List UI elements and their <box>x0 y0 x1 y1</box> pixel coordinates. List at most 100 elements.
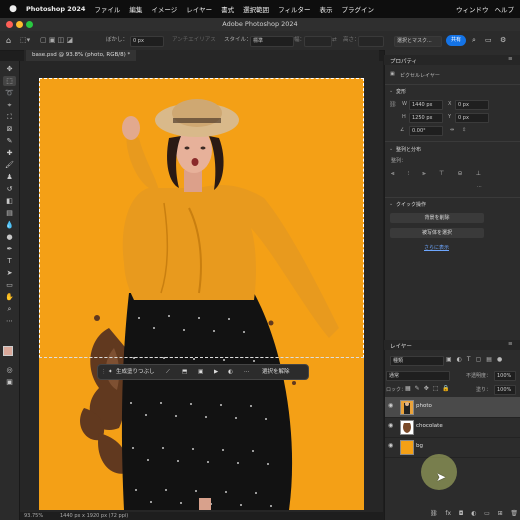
healing-brush-tool-icon[interactable]: ✚ <box>3 148 16 158</box>
move-tool-icon[interactable]: ✥ <box>3 64 16 74</box>
pen-tool-icon[interactable]: ✒ <box>3 244 16 254</box>
menu-image[interactable]: イメージ <box>151 4 177 14</box>
menu-filter[interactable]: フィルター <box>278 4 310 14</box>
modify-selection-icon[interactable]: ⟋ <box>166 367 170 377</box>
show-more-link[interactable]: さらに表示 <box>424 244 449 251</box>
menu-plugins[interactable]: プラグイン <box>341 4 374 14</box>
link-icon[interactable]: ⛓ <box>389 101 397 108</box>
layer-row-chocolate[interactable]: ◉ chocolate <box>385 417 520 438</box>
w-input[interactable]: 1440 px <box>409 100 443 110</box>
y-input[interactable]: 0 px <box>455 113 489 123</box>
fill-selection-icon[interactable]: ▶ <box>214 367 218 377</box>
adjustment-icon[interactable]: ◐ <box>228 367 233 377</box>
lock-paint-icon[interactable]: ✎ <box>415 385 420 392</box>
deselect-button[interactable]: 選択を解除 <box>262 367 290 377</box>
align-left-icon[interactable]: ⫷ <box>391 170 394 179</box>
menu-app[interactable]: Photoshop 2024 <box>26 5 85 13</box>
more-options-icon[interactable]: ⋯ <box>477 184 482 190</box>
chevron-down-icon[interactable]: ⌄ <box>389 88 393 94</box>
menu-layer[interactable]: レイヤー <box>186 4 212 14</box>
home-icon[interactable]: ⌂ <box>6 35 11 46</box>
remove-background-button[interactable]: 背景を削除 <box>390 213 484 223</box>
filter-shape-icon[interactable]: ▢ <box>476 356 482 363</box>
search-icon[interactable]: ⌕ <box>472 35 476 46</box>
document-canvas[interactable] <box>39 78 364 510</box>
apple-icon[interactable]: ● <box>6 4 20 14</box>
menu-view[interactable]: 表示 <box>319 4 332 14</box>
type-tool-icon[interactable]: T <box>3 256 16 266</box>
layer-row-photo[interactable]: ◉ photo <box>385 397 520 418</box>
crop-tool-icon[interactable]: ⛶ <box>3 112 16 122</box>
x-input[interactable]: 0 px <box>455 100 489 110</box>
select-subject-button[interactable]: 被写体を選択 <box>390 228 484 238</box>
share-button[interactable]: 共有 <box>446 35 466 46</box>
foreground-color-swatch[interactable] <box>3 346 13 356</box>
settings-icon[interactable]: ⚙ <box>500 35 506 46</box>
zoom-level[interactable]: 93.75% <box>24 512 43 520</box>
blend-mode-select[interactable]: 通常 <box>386 371 450 381</box>
filter-toggle-icon[interactable]: ● <box>497 356 502 363</box>
lock-position-icon[interactable]: ✥ <box>424 385 429 392</box>
shape-tool-icon[interactable]: ▭ <box>3 280 16 290</box>
fx-icon[interactable]: fx <box>445 510 451 517</box>
properties-tab[interactable]: プロパティ <box>390 57 417 65</box>
flip-horizontal-icon[interactable]: ⇹ <box>450 127 454 133</box>
generative-fill-button[interactable]: 生成塗りつぶし <box>116 367 155 377</box>
link-layers-icon[interactable]: ⛓ <box>430 510 438 517</box>
invert-selection-icon[interactable]: ⬒ <box>182 367 187 377</box>
rect-marquee-tool-icon[interactable]: ⬚ <box>3 76 16 86</box>
eyedropper-tool-icon[interactable]: ✎ <box>3 136 16 146</box>
feather-input[interactable]: 0 px <box>130 36 164 47</box>
lasso-tool-icon[interactable]: ➰ <box>3 88 16 98</box>
chevron-down-icon[interactable]: ⌄ <box>389 201 393 207</box>
opacity-input[interactable]: 100% <box>494 371 516 381</box>
filter-adjustment-icon[interactable]: ◐ <box>457 356 462 363</box>
mask-icon[interactable]: ▣ <box>198 367 203 377</box>
marquee-tool-icon[interactable]: ⬚▾ <box>20 35 30 46</box>
align-vcenter-icon[interactable]: ⊝ <box>457 170 462 179</box>
menu-file[interactable]: ファイル <box>94 4 120 14</box>
close-window-icon[interactable] <box>6 21 13 28</box>
height-input[interactable] <box>358 36 384 47</box>
zoom-window-icon[interactable] <box>26 21 33 28</box>
panel-menu-icon[interactable]: ≡ <box>508 56 513 62</box>
document-tab[interactable]: base.psd @ 93.8% (photo, RGB/8) * <box>26 50 137 61</box>
screen-mode-icon[interactable]: ▣ <box>3 377 16 387</box>
antialias-checkbox[interactable]: アンチエイリアス <box>172 35 216 46</box>
quick-mask-icon[interactable]: ◎ <box>3 365 16 375</box>
minimize-window-icon[interactable] <box>16 21 23 28</box>
align-bottom-icon[interactable]: ⊥ <box>476 170 481 179</box>
flip-vertical-icon[interactable]: ⇳ <box>462 127 466 133</box>
menu-help[interactable]: ヘルプ <box>495 4 515 14</box>
layer-row-bg[interactable]: ◉ bg <box>385 437 520 458</box>
lock-all-icon[interactable]: 🔒 <box>442 385 449 392</box>
drag-handle-icon[interactable]: ⋮ <box>101 367 107 377</box>
generative-fill-icon[interactable]: ✦ <box>108 367 113 377</box>
visibility-eye-icon[interactable]: ◉ <box>388 402 393 409</box>
clone-stamp-tool-icon[interactable]: ♟ <box>3 172 16 182</box>
hand-tool-icon[interactable]: ✋ <box>3 292 16 302</box>
path-select-tool-icon[interactable]: ➤ <box>3 268 16 278</box>
trash-icon[interactable]: 🗑 <box>510 510 518 517</box>
lock-pixels-icon[interactable]: ▦ <box>405 385 411 392</box>
frame-tool-icon[interactable]: ⊠ <box>3 124 16 134</box>
selection-mode-icons[interactable]: ▢ ▣ ◫ ◪ <box>40 35 73 46</box>
more-options-icon[interactable]: ⋯ <box>244 367 250 377</box>
lock-artboard-icon[interactable]: ⬚ <box>433 385 439 392</box>
select-mask-button[interactable]: 選択とマスク... <box>394 36 442 47</box>
more-tools-icon[interactable]: ⋯ <box>3 316 16 326</box>
group-icon[interactable]: ▭ <box>484 510 490 517</box>
workspace-icon[interactable]: ▭ <box>485 35 492 46</box>
brush-tool-icon[interactable]: 🖌 <box>3 160 16 170</box>
blur-tool-icon[interactable]: 💧 <box>3 220 16 230</box>
layer-filter-select[interactable]: 種類 <box>390 356 444 366</box>
history-brush-tool-icon[interactable]: ↺ <box>3 184 16 194</box>
object-select-tool-icon[interactable]: ⌖ <box>3 100 16 110</box>
style-select[interactable]: 標準 <box>250 36 294 47</box>
zoom-tool-icon[interactable]: ⌕ <box>3 304 16 314</box>
menu-select[interactable]: 選択範囲 <box>243 4 269 14</box>
chevron-down-icon[interactable]: ⌄ <box>389 146 393 152</box>
align-right-icon[interactable]: ⫸ <box>422 170 425 179</box>
align-hcenter-icon[interactable]: ⫶ <box>408 170 410 179</box>
panel-menu-icon[interactable]: ≡ <box>508 341 513 347</box>
